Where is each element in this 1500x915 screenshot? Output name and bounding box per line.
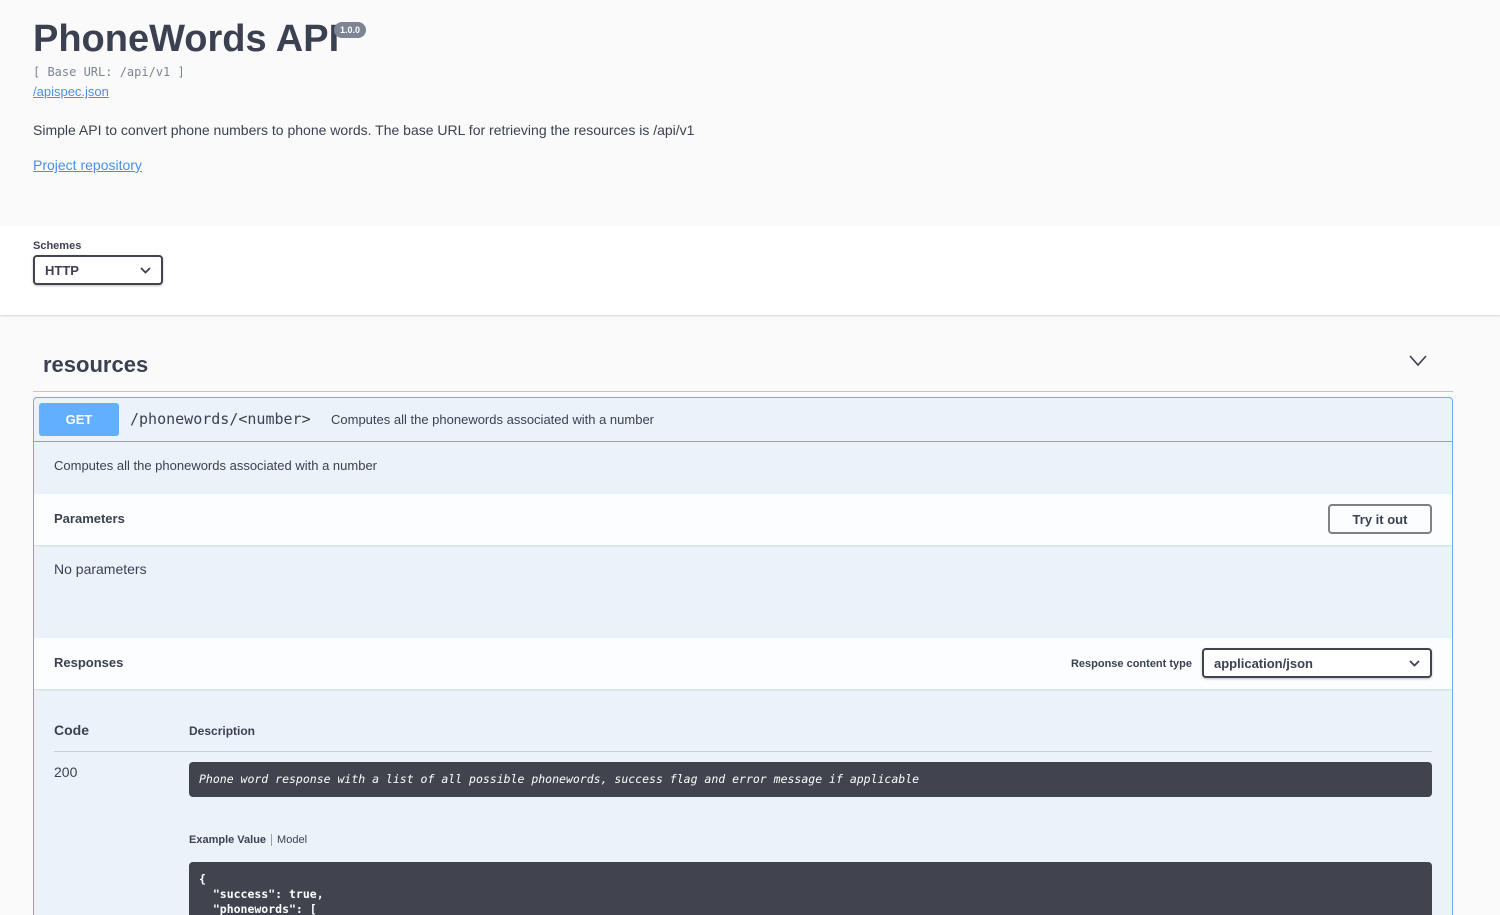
chevron-down-icon <box>1409 659 1420 667</box>
responses-table-header: Code Description <box>54 720 1432 752</box>
project-repository-link[interactable]: Project repository <box>33 157 142 173</box>
example-value-code: { "success": true, "phonewords": [ <box>189 862 1432 915</box>
chevron-down-icon <box>140 266 151 274</box>
api-title: PhoneWords API <box>33 18 340 60</box>
base-url: [ Base URL: /api/v1 ] <box>33 65 185 79</box>
parameters-title: Parameters <box>54 511 125 526</box>
column-code: Code <box>54 722 89 738</box>
apispec-link[interactable]: /apispec.json <box>33 84 109 99</box>
example-model-tabs: Example Value Model <box>189 834 307 846</box>
tab-example-value[interactable]: Example Value <box>189 834 273 846</box>
response-code: 200 <box>54 764 78 780</box>
operation-summary-text: Computes all the phonewords associated w… <box>331 412 655 427</box>
operation-summary[interactable]: GET /phonewords/<number> Computes all th… <box>34 398 1452 442</box>
schemes-label: Schemes <box>33 240 82 252</box>
schemes-bar: Schemes HTTP <box>0 226 1500 315</box>
schemes-selected-value: HTTP <box>45 262 79 278</box>
try-it-out-button[interactable]: Try it out <box>1328 504 1432 534</box>
operation-path: /phonewords/<number> <box>130 410 311 428</box>
method-badge: GET <box>39 403 119 436</box>
operation-block-get: GET /phonewords/<number> Computes all th… <box>33 397 1453 915</box>
tab-model[interactable]: Model <box>272 834 307 846</box>
column-description: Description <box>189 724 256 738</box>
version-badge: 1.0.0 <box>334 22 367 38</box>
tag-section-resources[interactable]: resources <box>33 340 1453 392</box>
responses-header: Responses Response content type applicat… <box>34 638 1452 689</box>
response-description: Phone word response with a list of all p… <box>189 762 1432 797</box>
api-description: Simple API to convert phone numbers to p… <box>33 122 695 138</box>
content-type-value: application/json <box>1214 655 1313 671</box>
tag-name: resources <box>43 352 149 377</box>
response-content-type-label: Response content type <box>1070 658 1192 670</box>
operation-description: Computes all the phonewords associated w… <box>54 458 378 473</box>
parameters-header: Parameters Try it out <box>34 494 1452 545</box>
response-content-type-select[interactable]: application/json <box>1202 648 1432 678</box>
schemes-select[interactable]: HTTP <box>33 255 163 285</box>
responses-title: Responses <box>54 655 124 670</box>
no-parameters-text: No parameters <box>54 561 147 577</box>
chevron-down-icon[interactable] <box>1409 354 1427 368</box>
